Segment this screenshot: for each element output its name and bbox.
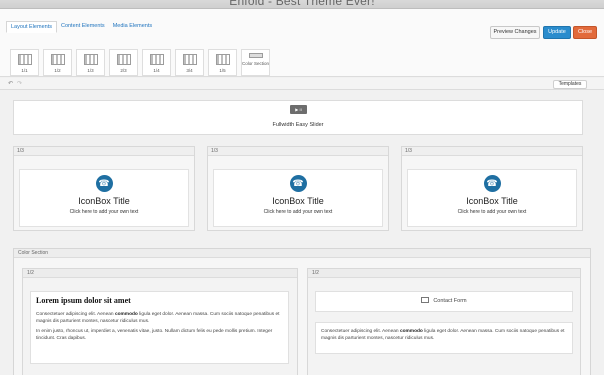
- iconbox[interactable]: ☎ IconBox Title Click here to add your o…: [407, 169, 577, 227]
- iconbox-title: IconBox Title: [78, 196, 130, 206]
- text-block-paragraph: Consectetuer adipiscing elit. Aenean com…: [36, 312, 280, 324]
- column-size[interactable]: 1/3: [14, 147, 194, 156]
- iconbox-text: Click here to add your own text: [263, 209, 333, 215]
- templates-button[interactable]: Templates: [553, 80, 587, 89]
- iconbox-title: IconBox Title: [466, 196, 518, 206]
- half-column-right[interactable]: 1/2 Contact Form Consectetuer adipiscing…: [307, 268, 581, 375]
- slider-icon: ▶ II: [290, 105, 307, 114]
- column-icon: [116, 54, 131, 65]
- iconbox[interactable]: ☎ IconBox Title Click here to add your o…: [213, 169, 383, 227]
- column-icon: [50, 54, 65, 65]
- update-button[interactable]: Update: [543, 26, 571, 39]
- tab-content-elements[interactable]: Content Elements: [57, 21, 109, 33]
- column-block[interactable]: 1/3 ☎ IconBox Title Click here to add yo…: [401, 146, 583, 231]
- element-1-5[interactable]: 1/5: [208, 49, 237, 76]
- fullwidth-slider-block[interactable]: ▶ II Fullwidth Easy Slider: [13, 100, 583, 135]
- builder-toolbar: Layout Elements Content Elements Media E…: [0, 9, 604, 77]
- phone-icon: ☎: [483, 175, 501, 192]
- element-tabs: Layout Elements Content Elements Media E…: [6, 21, 156, 33]
- tab-layout-elements[interactable]: Layout Elements: [6, 21, 57, 33]
- text-block[interactable]: Consectetuer adipiscing elit. Aenean com…: [315, 322, 573, 354]
- iconbox[interactable]: ☎ IconBox Title Click here to add your o…: [19, 169, 189, 227]
- iconbox-title: IconBox Title: [272, 196, 324, 206]
- column-icon: [149, 54, 164, 65]
- contact-form-block[interactable]: Contact Form: [315, 291, 573, 312]
- element-1-1[interactable]: 1/1: [10, 49, 39, 76]
- iconbox-text: Click here to add your own text: [457, 209, 527, 215]
- text-block[interactable]: Lorem ipsum dolor sit amet Consectetuer …: [30, 291, 289, 364]
- column-block[interactable]: 1/3 ☎ IconBox Title Click here to add yo…: [13, 146, 195, 231]
- column-size[interactable]: 1/3: [402, 147, 582, 156]
- column-icon: [182, 54, 197, 65]
- column-size[interactable]: 1/2: [23, 269, 297, 278]
- close-button[interactable]: Close: [573, 26, 597, 39]
- color-section-icon: [248, 53, 263, 58]
- text-block-paragraph: In enim justo, rhoncus ut, imperdiet a, …: [36, 329, 273, 341]
- column-icon: [83, 54, 98, 65]
- element-2-3[interactable]: 2/3: [109, 49, 138, 76]
- redo-icon[interactable]: ↷: [17, 80, 22, 87]
- element-1-4[interactable]: 1/4: [142, 49, 171, 76]
- window-title-bar: Enfold - Best Theme Ever!: [0, 0, 604, 9]
- column-icon: [215, 54, 230, 65]
- iconbox-text: Click here to add your own text: [69, 209, 139, 215]
- undo-icon[interactable]: ↶: [8, 80, 13, 87]
- element-3-4[interactable]: 3/4: [175, 49, 204, 76]
- element-color-section[interactable]: Color Section: [241, 49, 270, 76]
- phone-icon: ☎: [95, 175, 113, 192]
- element-1-2[interactable]: 1/2: [43, 49, 72, 76]
- column-size[interactable]: 1/3: [208, 147, 388, 156]
- half-column-left[interactable]: 1/2 Lorem ipsum dolor sit amet Consectet…: [22, 268, 298, 375]
- phone-icon: ☎: [289, 175, 307, 192]
- contact-form-label: Contact Form: [433, 298, 467, 304]
- text-block-heading: Lorem ipsum dolor sit amet: [36, 296, 131, 305]
- tab-media-elements[interactable]: Media Elements: [109, 21, 156, 33]
- column-block[interactable]: 1/3 ☎ IconBox Title Click here to add yo…: [207, 146, 389, 231]
- preview-changes-button[interactable]: Preview Changes: [490, 26, 540, 39]
- layout-element-palette: 1/1 1/2 1/3 2/3 1/4 3/4 1/5 Color Sectio…: [10, 49, 270, 76]
- window-title: Enfold - Best Theme Ever!: [229, 0, 375, 8]
- column-icon: [17, 54, 32, 65]
- envelope-icon: [421, 297, 430, 303]
- editor-header: ↶ ↷: [0, 78, 604, 90]
- slider-name: Fullwidth Easy Slider: [272, 122, 324, 128]
- element-1-3[interactable]: 1/3: [76, 49, 105, 76]
- column-size[interactable]: 1/2: [308, 269, 580, 278]
- color-section-label[interactable]: Color Section: [14, 249, 590, 258]
